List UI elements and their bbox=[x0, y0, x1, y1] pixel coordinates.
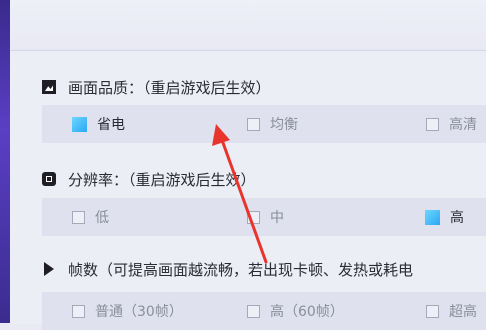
resolution-icon bbox=[42, 172, 56, 186]
checkbox-unchecked-icon[interactable] bbox=[72, 304, 85, 318]
framerate-option-high[interactable]: 高（60帧） bbox=[247, 292, 344, 330]
checkbox-unchecked-icon[interactable] bbox=[426, 117, 439, 131]
section-title-quality-text: 画面品质：（重启游戏后生效） bbox=[68, 78, 271, 97]
option-label: 高（60帧） bbox=[270, 304, 344, 320]
quality-options-row: 省电 均衡 高清 bbox=[42, 105, 486, 143]
checkbox-checked-icon[interactable] bbox=[425, 209, 440, 225]
option-label: 普通（30帧） bbox=[95, 304, 183, 320]
checkbox-unchecked-icon[interactable] bbox=[247, 304, 260, 318]
resolution-option-low[interactable]: 低 bbox=[72, 198, 109, 236]
quality-option-hd[interactable]: 高清 bbox=[426, 105, 477, 143]
option-label: 超高 bbox=[449, 304, 477, 320]
resolution-options-row: 低 中 高 bbox=[42, 198, 486, 236]
section-title-quality: 画面品质：（重启游戏后生效） bbox=[42, 76, 271, 98]
option-label: 省电 bbox=[97, 117, 125, 133]
option-label: 高清 bbox=[449, 117, 477, 133]
left-edge-strip bbox=[0, 0, 10, 323]
option-label: 均衡 bbox=[270, 117, 298, 133]
checkbox-unchecked-icon[interactable] bbox=[426, 304, 439, 318]
checkbox-unchecked-icon[interactable] bbox=[72, 210, 85, 224]
framerate-option-normal[interactable]: 普通（30帧） bbox=[72, 292, 183, 330]
framerate-options-row: 普通（30帧） 高（60帧） 超高 bbox=[42, 292, 486, 330]
section-title-resolution: 分辨率：（重启游戏后生效） bbox=[42, 168, 256, 190]
top-bar bbox=[10, 0, 486, 50]
checkbox-checked-icon[interactable] bbox=[72, 116, 87, 132]
resolution-option-high[interactable]: 高 bbox=[425, 198, 464, 236]
checkbox-unchecked-icon[interactable] bbox=[247, 117, 260, 131]
option-label: 高 bbox=[450, 210, 464, 226]
resolution-option-medium[interactable]: 中 bbox=[247, 198, 284, 236]
image-quality-icon bbox=[42, 80, 56, 94]
framerate-icon bbox=[44, 262, 54, 276]
section-title-framerate-text: 帧数（可提高画面越流畅，若出现卡顿、发热或耗电 bbox=[68, 260, 414, 279]
checkbox-unchecked-icon[interactable] bbox=[247, 210, 260, 224]
section-title-framerate: 帧数（可提高画面越流畅，若出现卡顿、发热或耗电 bbox=[42, 258, 413, 280]
option-label: 中 bbox=[270, 210, 284, 226]
framerate-option-ultra[interactable]: 超高 bbox=[426, 292, 477, 330]
quality-option-power-save[interactable]: 省电 bbox=[72, 105, 125, 143]
option-label: 低 bbox=[95, 210, 109, 226]
quality-option-balanced[interactable]: 均衡 bbox=[247, 105, 298, 143]
section-title-resolution-text: 分辨率：（重启游戏后生效） bbox=[68, 170, 256, 189]
